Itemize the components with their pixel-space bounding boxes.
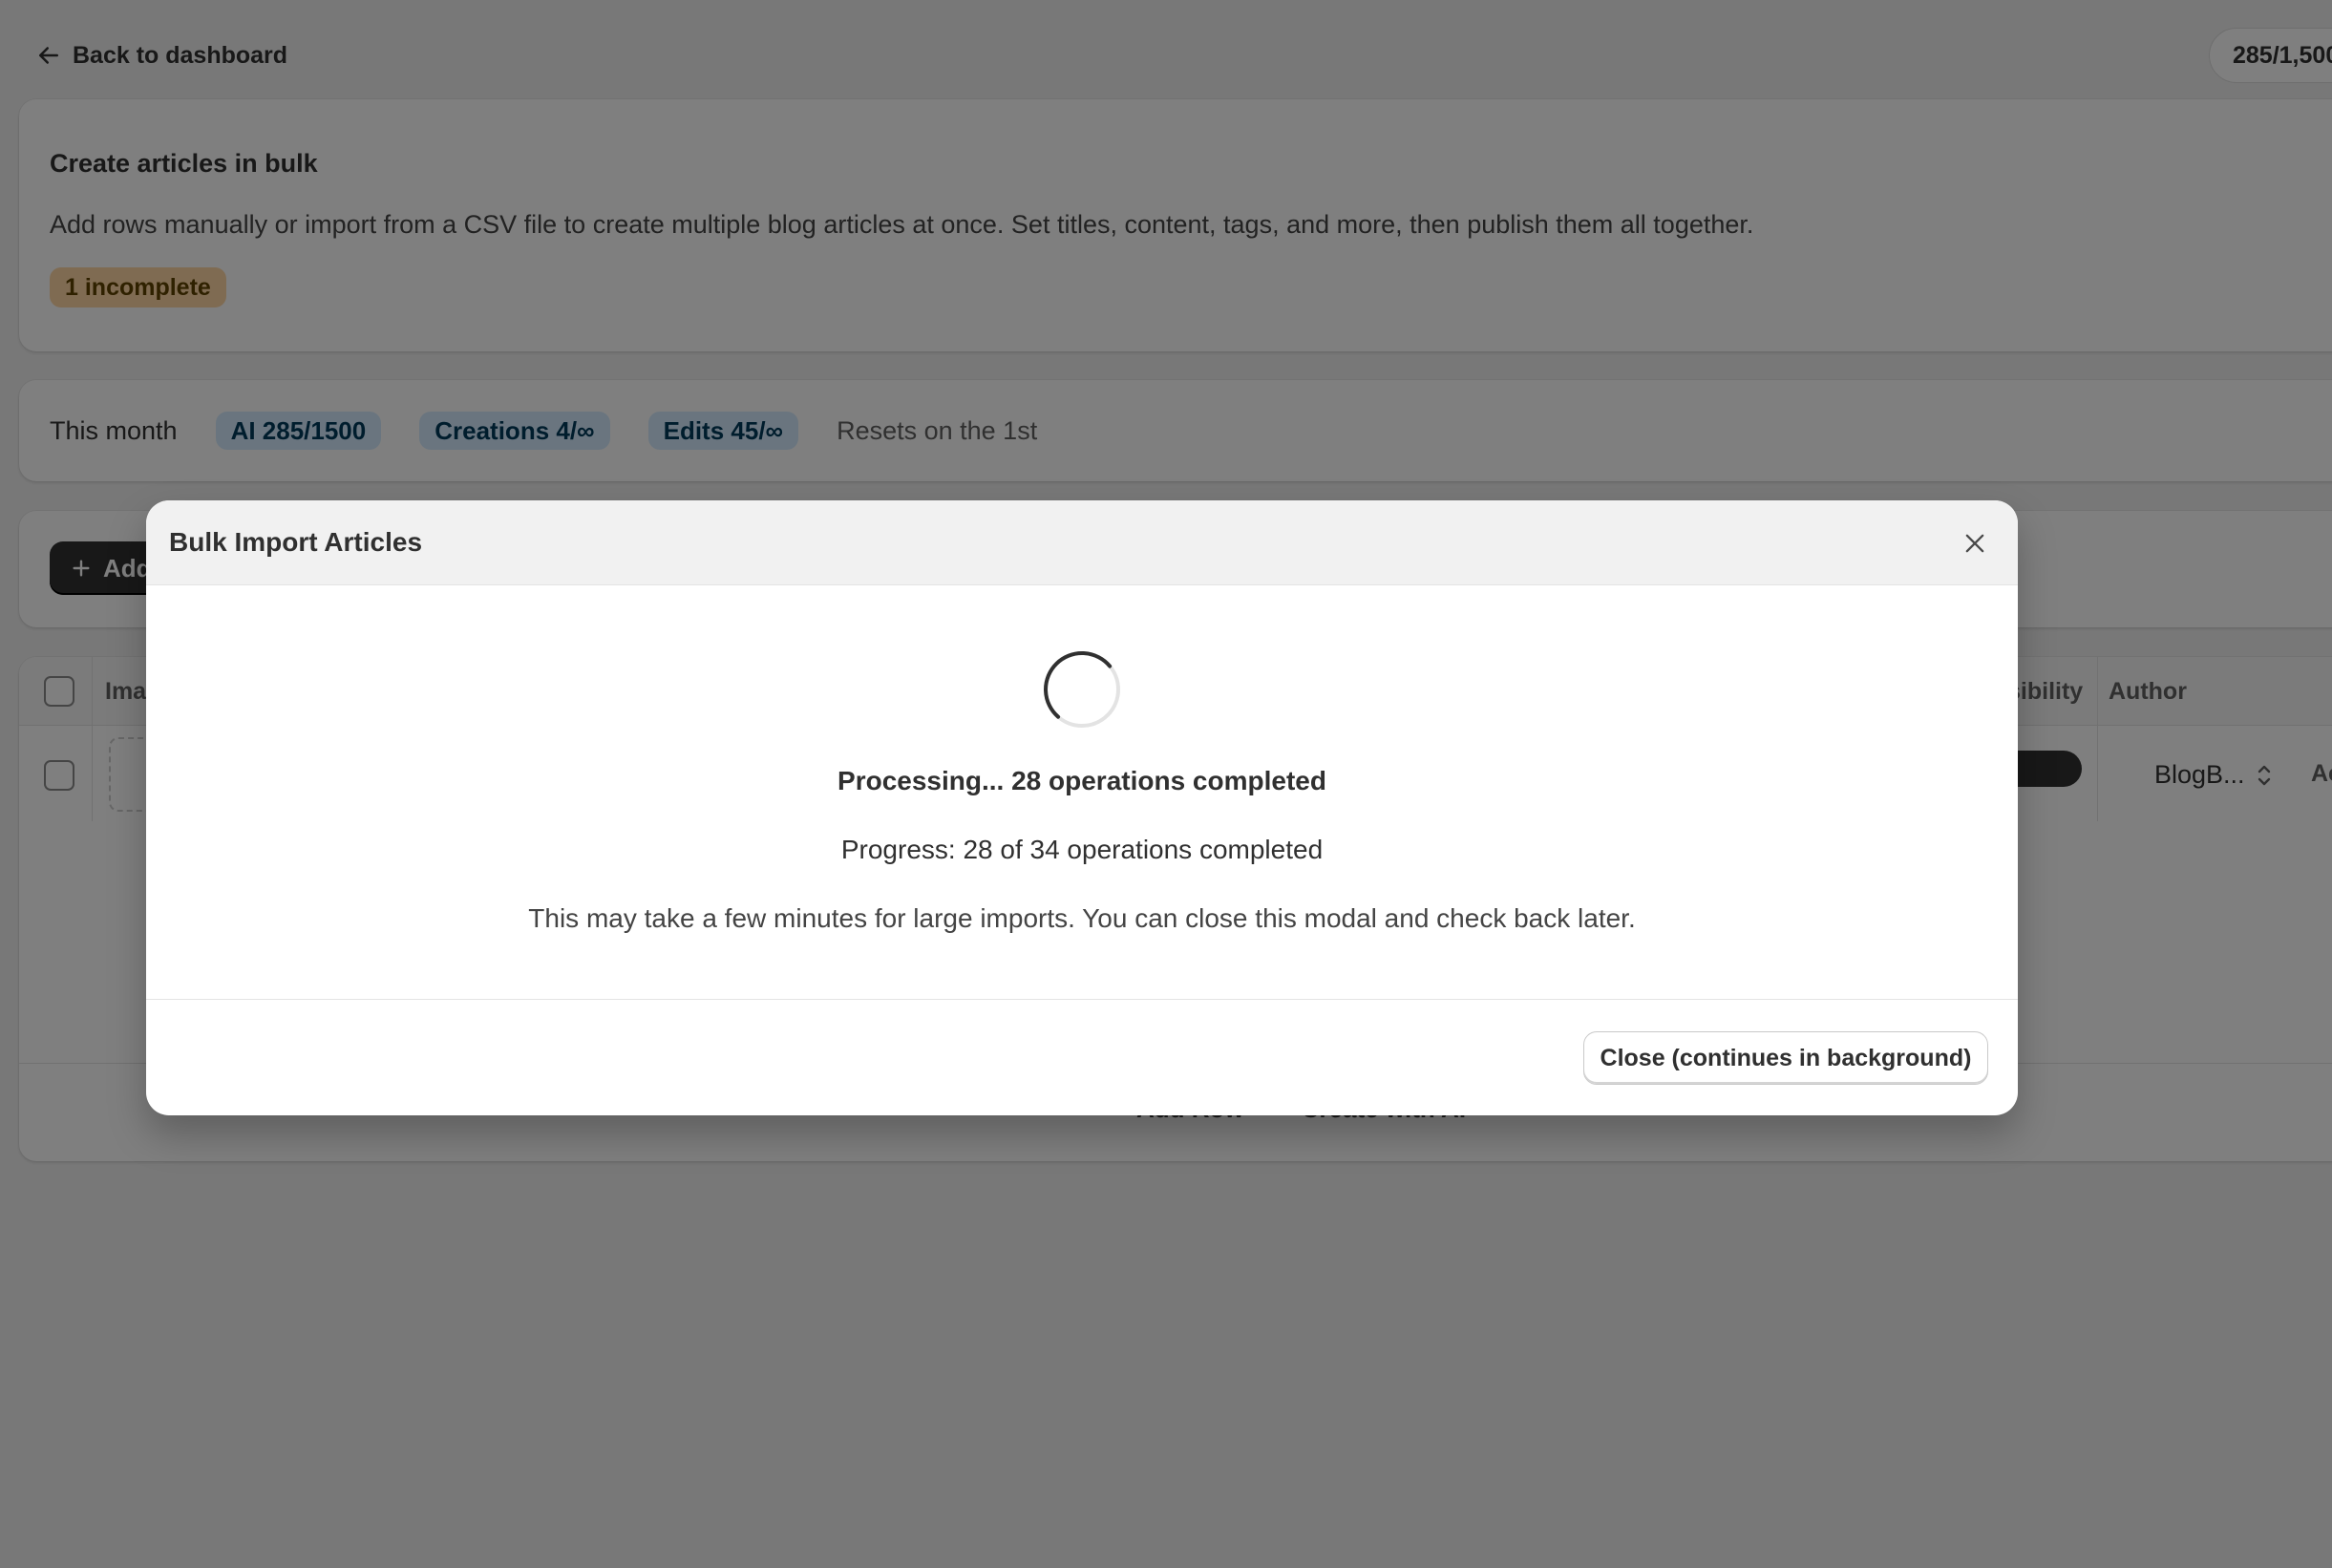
close-continue-background-button[interactable]: Close (continues in background) <box>1583 1031 1988 1085</box>
modal-title: Bulk Import Articles <box>169 527 423 557</box>
processing-status: Processing... 28 operations completed <box>837 766 1326 795</box>
background-note: This may take a few minutes for large im… <box>528 903 1636 933</box>
modal-header: Bulk Import Articles <box>146 500 2018 585</box>
modal-close-button[interactable] <box>1953 521 1997 565</box>
bulk-create-page: Back to dashboard 285/1,500 Create artic… <box>0 0 2332 1568</box>
modal-footer-divider <box>146 999 2018 1000</box>
close-icon <box>1965 534 1984 553</box>
spinner-icon <box>1044 651 1120 728</box>
bulk-import-modal: Bulk Import Articles Processing... 28 op… <box>146 500 2018 1115</box>
progress-text: Progress: 28 of 34 operations completed <box>840 835 1324 864</box>
